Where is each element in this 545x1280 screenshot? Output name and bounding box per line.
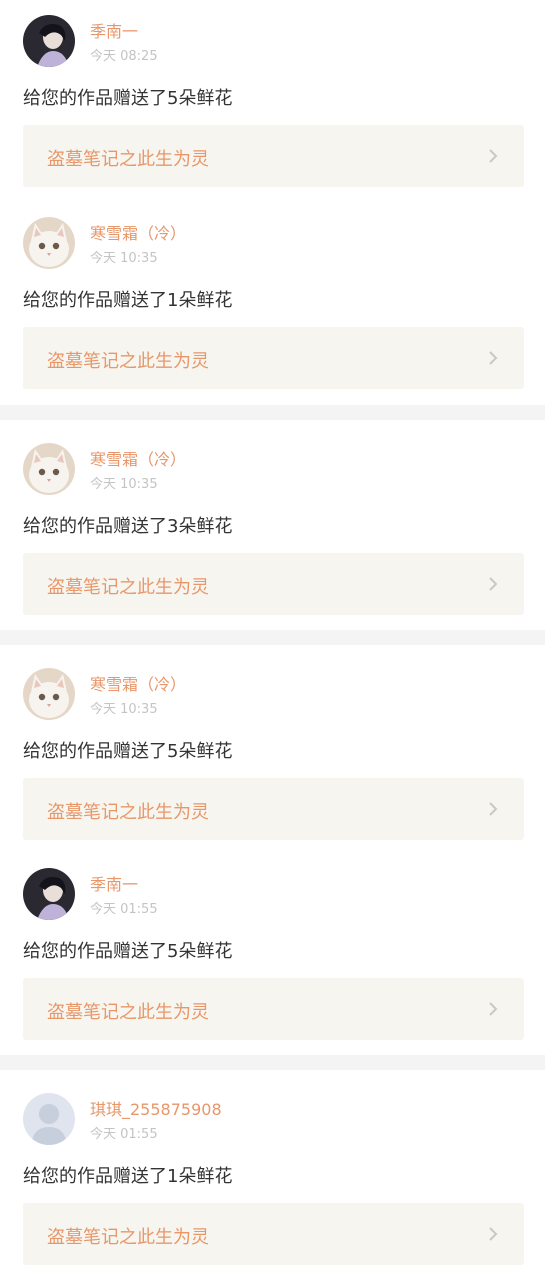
timestamp: 今天 01:55 — [90, 1127, 158, 1142]
avatar[interactable] — [23, 15, 75, 67]
timestamp: 今天 10:35 — [90, 477, 158, 492]
gift-message: 给您的作品赠送了5朵鲜花 — [23, 941, 233, 962]
chevron-right-icon — [484, 147, 502, 165]
work-link[interactable]: 盗墓笔记之此生为灵 — [23, 1203, 524, 1265]
person-avatar-icon — [23, 15, 75, 67]
white-cat-avatar-icon — [23, 668, 75, 720]
notification-card: 琪琪_255875908 今天 01:55 给您的作品赠送了1朵鲜花 盗墓笔记之… — [0, 1078, 545, 1280]
avatar[interactable] — [23, 1093, 75, 1145]
chevron-right-icon — [484, 349, 502, 367]
chevron-right-icon — [484, 800, 502, 818]
gift-message: 给您的作品赠送了3朵鲜花 — [23, 516, 233, 537]
chevron-right-icon — [484, 1225, 502, 1243]
timestamp: 今天 10:35 — [90, 702, 158, 717]
user-name[interactable]: 季南一 — [90, 871, 138, 895]
user-name[interactable]: 季南一 — [90, 18, 138, 42]
work-link[interactable]: 盗墓笔记之此生为灵 — [23, 125, 524, 187]
work-title: 盗墓笔记之此生为灵 — [47, 1002, 209, 1023]
work-title: 盗墓笔记之此生为灵 — [47, 577, 209, 598]
work-title: 盗墓笔记之此生为灵 — [47, 802, 209, 823]
gift-message: 给您的作品赠送了5朵鲜花 — [23, 88, 233, 109]
timestamp: 今天 01:55 — [90, 902, 158, 917]
work-title: 盗墓笔记之此生为灵 — [47, 351, 209, 372]
notification-card: 寒雪霜（冷） 今天 10:35 给您的作品赠送了3朵鲜花 盗墓笔记之此生为灵 — [0, 428, 545, 630]
avatar[interactable] — [23, 443, 75, 495]
work-title: 盗墓笔记之此生为灵 — [47, 1227, 209, 1248]
chevron-right-icon — [484, 1000, 502, 1018]
gift-message: 给您的作品赠送了1朵鲜花 — [23, 290, 233, 311]
person-avatar-icon — [23, 868, 75, 920]
section-divider — [0, 630, 545, 645]
timestamp: 今天 10:35 — [90, 251, 158, 266]
user-name[interactable]: 寒雪霜（冷） — [90, 671, 186, 695]
gift-message: 给您的作品赠送了1朵鲜花 — [23, 1166, 233, 1187]
work-link[interactable]: 盗墓笔记之此生为灵 — [23, 553, 524, 615]
work-title: 盗墓笔记之此生为灵 — [47, 149, 209, 170]
section-divider — [0, 405, 545, 420]
timestamp: 今天 08:25 — [90, 49, 158, 64]
user-name[interactable]: 寒雪霜（冷） — [90, 220, 186, 244]
user-name[interactable]: 琪琪_255875908 — [90, 1096, 222, 1120]
work-link[interactable]: 盗墓笔记之此生为灵 — [23, 327, 524, 389]
work-link[interactable]: 盗墓笔记之此生为灵 — [23, 978, 524, 1040]
default-user-avatar-icon — [23, 1093, 75, 1145]
section-divider — [0, 1055, 545, 1070]
notification-card: 寒雪霜（冷） 今天 10:35 给您的作品赠送了5朵鲜花 盗墓笔记之此生为灵 — [0, 653, 545, 853]
avatar[interactable] — [23, 868, 75, 920]
avatar[interactable] — [23, 668, 75, 720]
notification-card: 寒雪霜（冷） 今天 10:35 给您的作品赠送了1朵鲜花 盗墓笔记之此生为灵 — [0, 202, 545, 405]
notification-card: 季南一 今天 01:55 给您的作品赠送了5朵鲜花 盗墓笔记之此生为灵 — [0, 853, 545, 1055]
white-cat-avatar-icon — [23, 217, 75, 269]
chevron-right-icon — [484, 575, 502, 593]
work-link[interactable]: 盗墓笔记之此生为灵 — [23, 778, 524, 840]
white-cat-avatar-icon — [23, 443, 75, 495]
gift-message: 给您的作品赠送了5朵鲜花 — [23, 741, 233, 762]
avatar[interactable] — [23, 217, 75, 269]
user-name[interactable]: 寒雪霜（冷） — [90, 446, 186, 470]
notification-card: 季南一 今天 08:25 给您的作品赠送了5朵鲜花 盗墓笔记之此生为灵 — [0, 0, 545, 200]
